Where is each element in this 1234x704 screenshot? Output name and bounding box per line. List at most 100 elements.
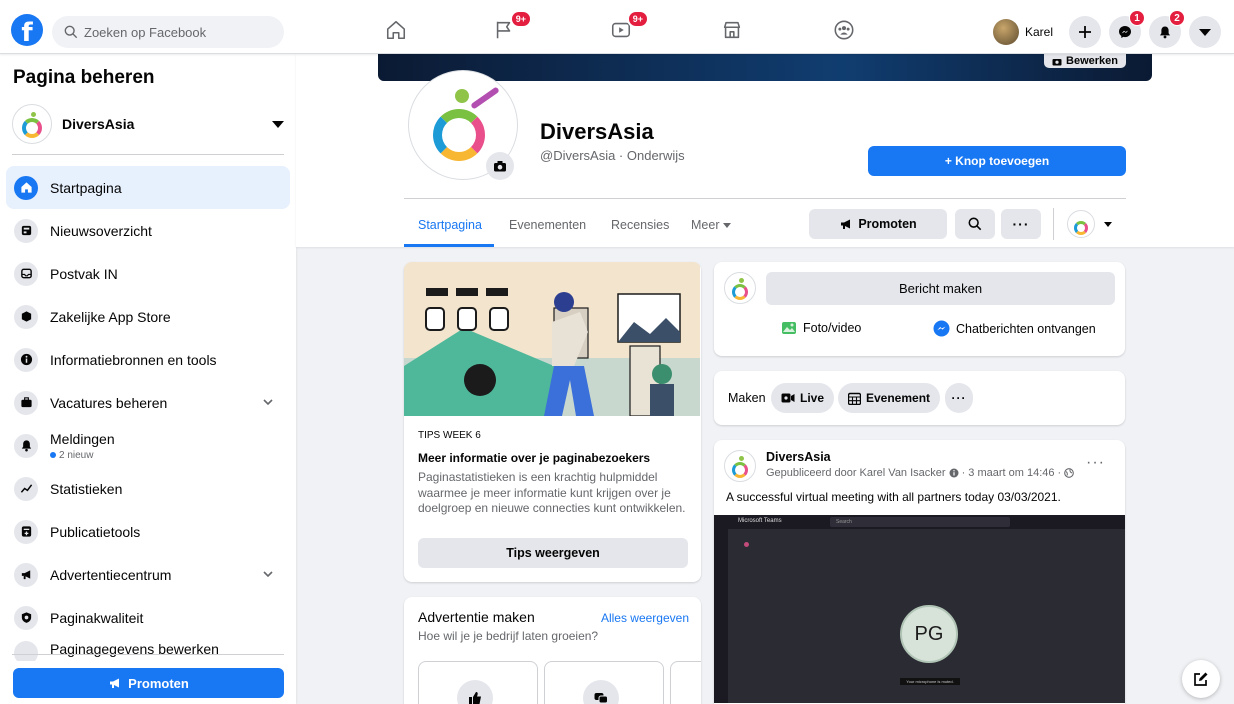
tips-body: Paginastatistieken is een krachtig hulpm…: [418, 470, 686, 515]
page-search-button[interactable]: [955, 209, 995, 239]
tab-recensies[interactable]: Recensies: [611, 218, 669, 232]
top-navigation-bar: f 9+ 9+ Karel 1 2: [0, 0, 1234, 54]
sidebar-item-label: Advertentiecentrum: [50, 566, 172, 583]
show-tips-button[interactable]: Tips weergeven: [418, 538, 688, 568]
sidebar-item-meldingen[interactable]: Meldingen 2 nieuw: [6, 424, 290, 467]
status-dot: [744, 542, 749, 547]
ad-option-messages[interactable]: [544, 661, 664, 704]
divider: [404, 198, 1126, 199]
sidebar-item-paginakwaliteit[interactable]: Paginakwaliteit: [6, 596, 290, 639]
post-options-button[interactable]: ···: [1086, 454, 1105, 472]
search-box[interactable]: [52, 16, 284, 48]
create-event-button[interactable]: Evenement: [838, 383, 941, 413]
add-button-label: + Knop toevoegen: [944, 154, 1050, 168]
sidebar-item-informatiebronnen[interactable]: Informatiebronnen en tools: [6, 338, 290, 381]
sidebar-item-label: Nieuwsoverzicht: [50, 222, 152, 239]
sidebar-item-advertentiecentrum[interactable]: Advertentiecentrum: [6, 553, 290, 596]
ad-option-more[interactable]: [670, 661, 701, 704]
caret-down-icon[interactable]: [1104, 222, 1112, 227]
more-options-button[interactable]: ···: [1001, 209, 1041, 239]
teams-app-rail: [714, 529, 728, 703]
change-profile-picture-button[interactable]: [486, 152, 514, 180]
sidebar-item-startpagina[interactable]: Startpagina: [6, 166, 290, 209]
sidebar-item-label: Postvak IN: [50, 265, 118, 282]
tab-meer-label: Meer: [691, 218, 720, 232]
inbox-icon: [14, 261, 38, 286]
briefcase-icon: [14, 390, 38, 415]
shield-icon: [14, 605, 38, 630]
post-card: DiversAsia Gepubliceerd door Karel Van I…: [714, 440, 1125, 704]
watch-badge: 9+: [626, 10, 649, 28]
edit-cover-label: Bewerken: [1066, 55, 1118, 67]
marketplace-nav-icon[interactable]: [718, 16, 746, 44]
sidebar-item-zakelijke-app-store[interactable]: Zakelijke App Store: [6, 295, 290, 338]
act-as-page-avatar[interactable]: [1067, 210, 1095, 238]
edit-cover-button[interactable]: Bewerken: [1044, 54, 1126, 68]
pages-flag-nav-icon[interactable]: 9+: [490, 10, 532, 44]
chevron-down-icon[interactable]: [262, 568, 274, 580]
teams-title: Microsoft Teams: [738, 518, 782, 524]
sidebar-menu: Startpagina Nieuwsoverzicht Postvak IN Z…: [6, 166, 290, 661]
live-label: Live: [800, 391, 825, 405]
new-message-button[interactable]: [1182, 660, 1220, 698]
create-button[interactable]: [1069, 16, 1101, 48]
tips-illustration: [404, 262, 700, 417]
see-all-link[interactable]: Alles weergeven: [601, 611, 689, 625]
megaphone-icon: [110, 678, 120, 688]
sidebar-item-publicatietools[interactable]: Publicatietools: [6, 510, 290, 553]
post-image[interactable]: Microsoft Teams Search PG Your microphon…: [714, 515, 1125, 703]
news-feed-icon: [14, 218, 38, 243]
create-options-card: Maken Live Evenement ···: [714, 371, 1125, 425]
sidebar-promote-button[interactable]: Promoten: [13, 668, 284, 698]
globe-icon: [1064, 468, 1075, 478]
more-create-options-button[interactable]: ···: [945, 383, 973, 413]
app-store-icon: [14, 304, 38, 329]
sidebar-item-label: Startpagina: [50, 179, 122, 196]
thumbs-up-icon: [457, 680, 493, 704]
messenger-button[interactable]: 1: [1109, 10, 1145, 48]
watch-nav-icon[interactable]: 9+: [607, 10, 649, 44]
post-author-avatar[interactable]: [724, 450, 756, 482]
facebook-logo[interactable]: f: [11, 14, 43, 46]
tab-meer[interactable]: Meer: [691, 218, 732, 232]
sidebar-item-label: Zakelijke App Store: [50, 308, 171, 325]
header-promote-button[interactable]: Promoten: [809, 209, 947, 239]
photo-video-button[interactable]: Foto/video: [781, 320, 861, 336]
tab-startpagina[interactable]: Startpagina: [418, 218, 482, 232]
search-icon: [64, 25, 78, 39]
tab-evenementen[interactable]: Evenementen: [509, 218, 586, 232]
tips-card: TIPS WEEK 6 Meer informatie over je pagi…: [404, 262, 701, 582]
profile-shortcut[interactable]: Karel: [993, 18, 1059, 46]
groups-nav-icon[interactable]: [830, 16, 858, 44]
search-input[interactable]: [84, 24, 274, 40]
get-messages-button[interactable]: Chatberichten ontvangen: [933, 320, 1096, 337]
sidebar-item-label: Statistieken: [50, 480, 123, 497]
add-button-button[interactable]: + Knop toevoegen: [868, 146, 1126, 176]
go-live-button[interactable]: Live: [771, 383, 835, 413]
home-nav-icon[interactable]: [382, 16, 410, 44]
sidebar-item-paginagegevens-bewerken[interactable]: Paginagegevens bewerken: [6, 639, 290, 661]
tips-title: Meer informatie over je paginabezoekers: [418, 451, 651, 465]
sidebar-title: Pagina beheren: [13, 67, 155, 88]
pages-badge: 9+: [509, 10, 532, 28]
notifications-button[interactable]: 2: [1149, 10, 1185, 48]
megaphone-icon: [14, 562, 38, 587]
post-author[interactable]: DiversAsia: [766, 450, 831, 464]
ad-option-likes[interactable]: [418, 661, 538, 704]
account-menu-button[interactable]: [1189, 16, 1221, 48]
post-date[interactable]: · 3 maart om 14:46 ·: [962, 467, 1062, 479]
get-messages-label: Chatberichten ontvangen: [956, 321, 1096, 336]
compose-icon: [1194, 672, 1208, 686]
create-ad-subtitle: Hoe wil je je bedrijf laten groeien?: [418, 629, 599, 643]
sidebar-item-postvak-in[interactable]: Postvak IN: [6, 252, 290, 295]
promote-label: Promoten: [128, 675, 189, 691]
sidebar-item-statistieken[interactable]: Statistieken: [6, 467, 290, 510]
chevron-down-icon[interactable]: [262, 396, 274, 408]
create-post-button[interactable]: Bericht maken: [766, 272, 1115, 305]
bell-icon: [14, 433, 38, 458]
page-logo: [12, 104, 52, 144]
sidebar-item-nieuwsoverzicht[interactable]: Nieuwsoverzicht: [6, 209, 290, 252]
page-switcher[interactable]: DiversAsia: [12, 101, 284, 147]
sidebar-item-vacatures-beheren[interactable]: Vacatures beheren: [6, 381, 290, 424]
avatar: [993, 19, 1019, 45]
